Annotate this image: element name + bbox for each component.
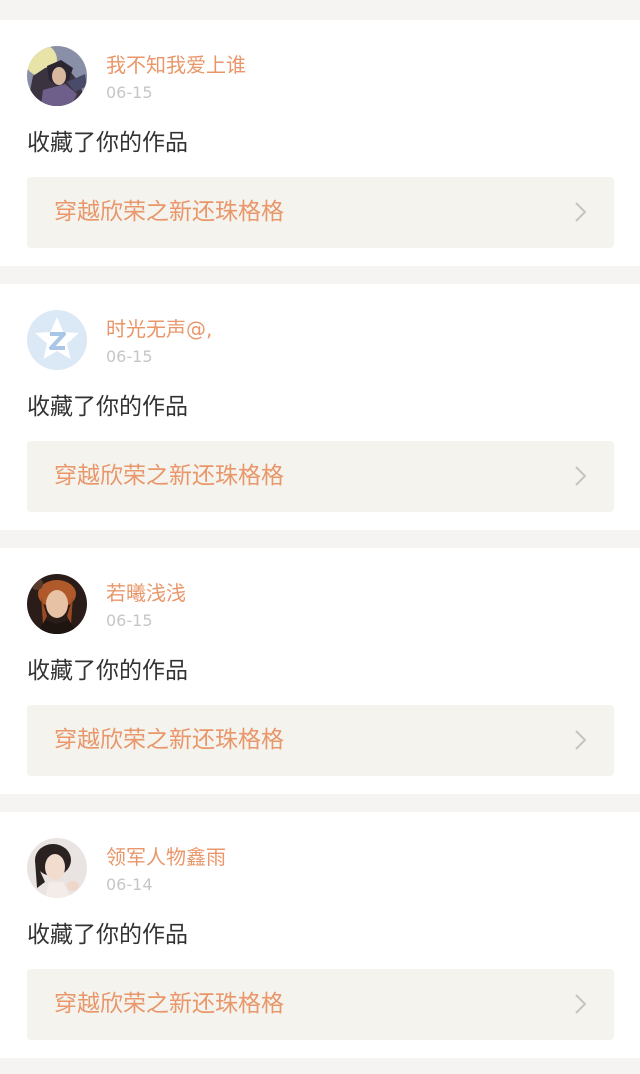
notification-action-text: 收藏了你的作品: [27, 394, 188, 420]
notification-card: 我不知我爱上谁 06-15 收藏了你的作品 穿越欣荣之新还珠格格: [0, 20, 640, 266]
work-link[interactable]: 穿越欣荣之新还珠格格: [27, 177, 614, 248]
portrait-avatar-icon: [27, 574, 87, 634]
notification-date: 06-14: [106, 875, 153, 894]
username[interactable]: 我不知我爱上谁: [106, 53, 246, 77]
notification-feed: 我不知我爱上谁 06-15 收藏了你的作品 穿越欣荣之新还珠格格 时光无声@, …: [0, 0, 640, 1074]
work-title: 穿越欣荣之新还珠格格: [54, 199, 284, 225]
default-star-avatar-icon: [27, 310, 87, 370]
chevron-right-icon: [575, 994, 587, 1014]
username[interactable]: 时光无声@,: [106, 317, 212, 341]
notification-action-text: 收藏了你的作品: [27, 658, 188, 684]
work-link[interactable]: 穿越欣荣之新还珠格格: [27, 969, 614, 1040]
user-avatar[interactable]: [27, 310, 87, 370]
chevron-right-icon: [575, 730, 587, 750]
work-title: 穿越欣荣之新还珠格格: [54, 727, 284, 753]
user-avatar[interactable]: [27, 574, 87, 634]
work-link[interactable]: 穿越欣荣之新还珠格格: [27, 441, 614, 512]
chevron-right-icon: [575, 202, 587, 222]
notification-action-text: 收藏了你的作品: [27, 130, 188, 156]
notification-card: 若曦浅浅 06-15 收藏了你的作品 穿越欣荣之新还珠格格: [0, 548, 640, 794]
notification-date: 06-15: [106, 611, 153, 630]
user-avatar[interactable]: [27, 46, 87, 106]
notification-action-text: 收藏了你的作品: [27, 922, 188, 948]
notification-card: 时光无声@, 06-15 收藏了你的作品 穿越欣荣之新还珠格格: [0, 284, 640, 530]
work-title: 穿越欣荣之新还珠格格: [54, 463, 284, 489]
notification-card: 领军人物鑫雨 06-14 收藏了你的作品 穿越欣荣之新还珠格格: [0, 812, 640, 1058]
notification-date: 06-15: [106, 347, 153, 366]
anime-character-avatar-icon: [27, 46, 87, 106]
notification-date: 06-15: [106, 83, 153, 102]
work-link[interactable]: 穿越欣荣之新还珠格格: [27, 705, 614, 776]
portrait-avatar-icon: [27, 838, 87, 898]
work-title: 穿越欣荣之新还珠格格: [54, 991, 284, 1017]
username[interactable]: 领军人物鑫雨: [106, 845, 226, 869]
chevron-right-icon: [575, 466, 587, 486]
user-avatar[interactable]: [27, 838, 87, 898]
username[interactable]: 若曦浅浅: [106, 581, 186, 605]
